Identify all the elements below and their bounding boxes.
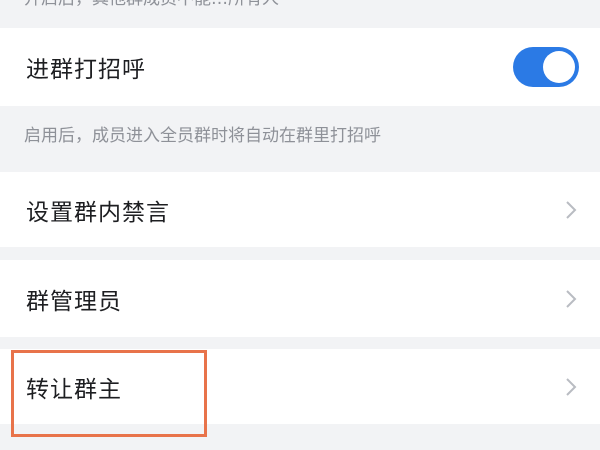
admin-label: 群管理员 [26,288,122,315]
chevron-right-icon [566,200,577,219]
transfer-owner-label: 转让群主 [26,376,122,403]
greet-toggle[interactable] [513,47,579,87]
mute-label: 设置群内禁言 [26,199,170,226]
chevron-right-icon [566,289,577,308]
toggle-knob [543,51,575,83]
transfer-owner-row[interactable]: 转让群主 [0,349,600,424]
chevron-right-icon [566,377,577,396]
greet-row: 进群打招呼 [0,28,600,106]
greet-label: 进群打招呼 [26,57,146,83]
greet-hint-text: 启用后，成员进入全员群时将自动在群里打招呼 [24,126,381,146]
top-hint-text: 开启后，其他群成员不能…所有人 [24,0,279,10]
admin-row[interactable]: 群管理员 [0,260,600,337]
mute-row[interactable]: 设置群内禁言 [0,172,600,247]
